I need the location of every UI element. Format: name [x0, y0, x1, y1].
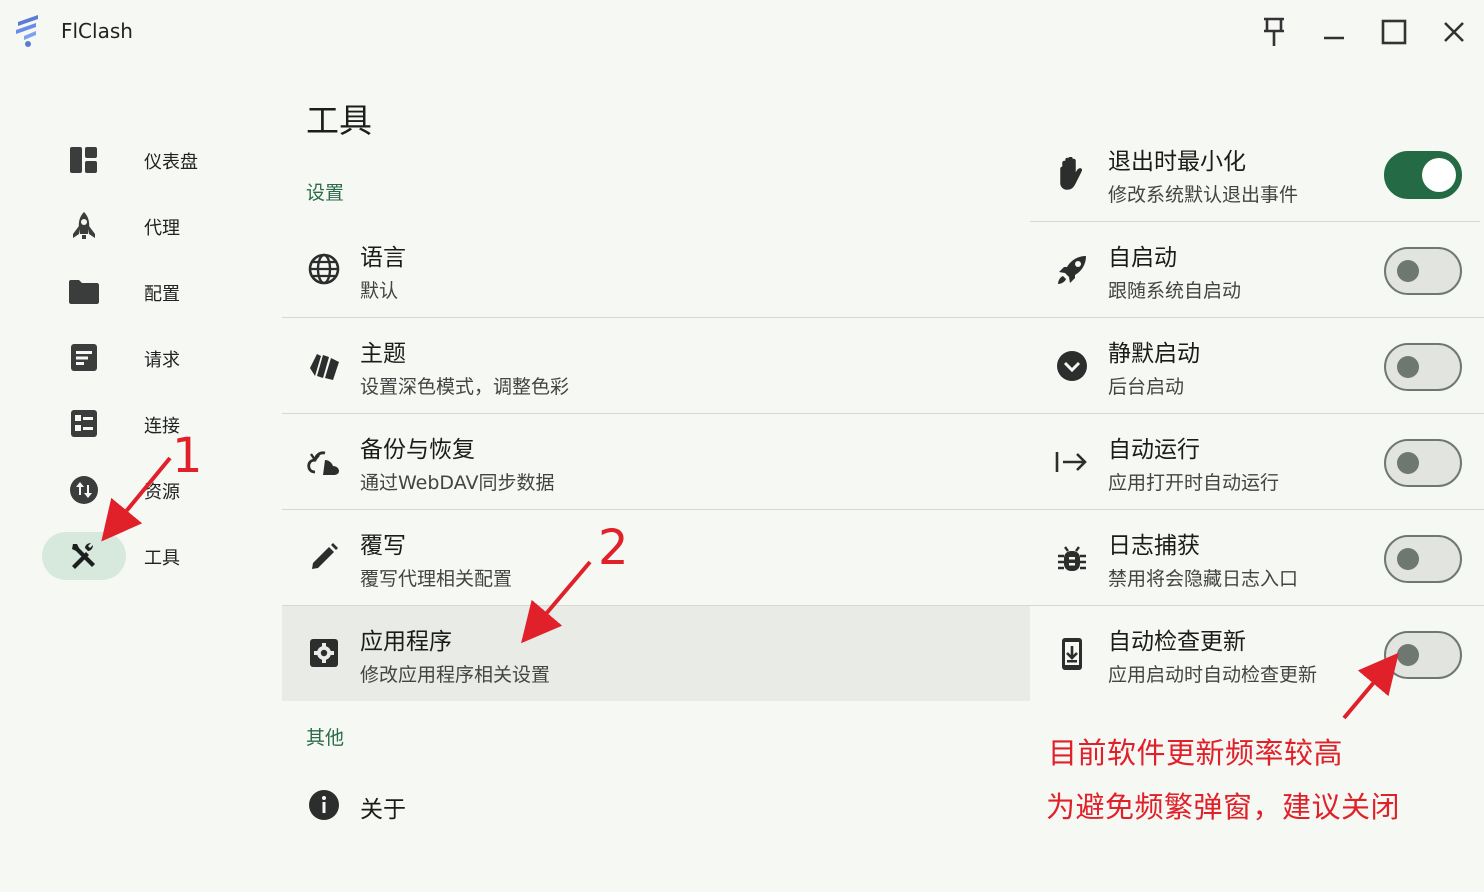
setting-subtitle: 修改应用程序相关设置 [360, 664, 551, 686]
setting-application[interactable]: 应用程序 修改应用程序相关设置 [282, 606, 1030, 701]
sidebar-item-connections[interactable]: 连接 [42, 400, 242, 448]
setting-subtitle: 默认 [360, 280, 399, 302]
setting-title: 自动检查更新 [1108, 629, 1246, 655]
sidebar-item-label: 代理 [144, 218, 180, 239]
pin-button[interactable] [1254, 12, 1294, 52]
tools-icon [72, 543, 95, 569]
setting-title: 主题 [360, 341, 406, 367]
setting-title: 退出时最小化 [1108, 149, 1246, 175]
cloud-sync-icon [306, 443, 342, 479]
app-title: FlClash [61, 19, 133, 43]
close-button[interactable] [1434, 12, 1474, 52]
setting-subtitle: 覆写代理相关配置 [360, 568, 513, 590]
toggle-knob [1397, 356, 1419, 378]
download-phone-icon [1054, 636, 1090, 672]
section-title-other: 其他 [306, 727, 345, 749]
pencil-icon [306, 539, 342, 575]
setting-title: 备份与恢复 [360, 437, 475, 463]
rocket-icon [73, 212, 95, 239]
sidebar-item-label: 请求 [144, 350, 180, 371]
setting-minimize-on-exit[interactable]: 退出时最小化 修改系统默认退出事件 [1030, 126, 1484, 221]
setting-auto-run[interactable]: 自动运行 应用打开时自动运行 [1030, 414, 1484, 509]
setting-title: 关于 [360, 797, 406, 823]
sidebar-item-proxy[interactable]: 代理 [42, 202, 242, 250]
palette-cards-icon [306, 347, 342, 383]
pin-icon [1264, 17, 1284, 46]
grid-list-icon [71, 410, 97, 437]
arrow-right-to-bar-icon [1054, 444, 1090, 480]
annotation-note-line2: 为避免频繁弹窗，建议关闭 [1046, 790, 1401, 824]
setting-language[interactable]: 语言 默认 [282, 222, 1030, 317]
setting-autostart[interactable]: 自启动 跟随系统自启动 [1030, 222, 1484, 317]
setting-subtitle: 跟随系统自启动 [1108, 280, 1242, 302]
toggle-knob [1397, 548, 1419, 570]
dashboard-icon [70, 147, 97, 173]
settings-box-icon [306, 635, 342, 671]
rocket-launch-icon [1054, 252, 1090, 288]
silent-start-toggle[interactable] [1384, 343, 1462, 391]
folder-icon [69, 280, 99, 304]
chevron-circle-down-icon [1054, 348, 1090, 384]
minimize-on-exit-toggle[interactable] [1384, 151, 1462, 199]
toggle-knob [1397, 644, 1419, 666]
section-title-settings: 设置 [306, 182, 345, 204]
setting-log-capture[interactable]: 日志捕获 禁用将会隐藏日志入口 [1030, 510, 1484, 605]
auto-run-toggle[interactable] [1384, 439, 1462, 487]
setting-subtitle: 应用打开时自动运行 [1108, 472, 1280, 494]
maximize-icon [1381, 19, 1407, 45]
setting-subtitle: 修改系统默认退出事件 [1108, 184, 1299, 206]
setting-title: 覆写 [360, 533, 406, 559]
setting-about[interactable]: 关于 [282, 760, 1030, 850]
hand-icon [1054, 156, 1090, 192]
sidebar-item-profiles[interactable]: 配置 [42, 268, 242, 316]
title-bar: FlClash [0, 0, 1484, 64]
sidebar-item-requests[interactable]: 请求 [42, 334, 242, 382]
setting-title: 自动运行 [1108, 437, 1200, 463]
setting-title: 自启动 [1108, 245, 1177, 271]
toggle-knob [1397, 260, 1419, 282]
page-title: 工具 [306, 101, 372, 140]
sidebar-item-resources[interactable]: 资源 [42, 466, 242, 514]
close-icon [1444, 22, 1464, 42]
sidebar-item-dashboard[interactable]: 仪表盘 [42, 136, 242, 184]
setting-subtitle: 设置深色模式，调整色彩 [360, 376, 570, 398]
auto-check-update-toggle[interactable] [1384, 631, 1462, 679]
swap-vertical-icon [70, 476, 98, 504]
setting-backup-restore[interactable]: 备份与恢复 通过WebDAV同步数据 [282, 414, 1030, 509]
setting-title: 语言 [360, 245, 406, 271]
sidebar-item-label: 工具 [144, 548, 180, 569]
setting-subtitle: 应用启动时自动检查更新 [1108, 664, 1318, 686]
sidebar-item-tools[interactable]: 工具 [42, 532, 242, 580]
annotation-note-line1: 目前软件更新频率较高 [1048, 736, 1344, 770]
minimize-button[interactable] [1314, 12, 1354, 52]
setting-subtitle: 后台启动 [1108, 376, 1185, 398]
maximize-button[interactable] [1374, 12, 1414, 52]
flclash-logo-icon [16, 15, 38, 47]
toggle-knob [1422, 158, 1456, 192]
setting-title: 日志捕获 [1108, 533, 1200, 559]
setting-auto-check-update[interactable]: 自动检查更新 应用启动时自动检查更新 [1030, 606, 1484, 701]
setting-override[interactable]: 覆写 覆写代理相关配置 [282, 510, 1030, 605]
annotation-step-2: 2 [598, 520, 629, 576]
autostart-toggle[interactable] [1384, 247, 1462, 295]
setting-subtitle: 通过WebDAV同步数据 [360, 472, 555, 494]
log-capture-toggle[interactable] [1384, 535, 1462, 583]
sidebar-item-label: 配置 [144, 284, 180, 305]
bug-icon [1054, 540, 1090, 576]
sidebar-item-label: 仪表盘 [144, 152, 198, 173]
setting-title: 静默启动 [1108, 341, 1200, 367]
setting-theme[interactable]: 主题 设置深色模式，调整色彩 [282, 318, 1030, 413]
annotation-step-1: 1 [172, 428, 203, 484]
info-icon [306, 787, 342, 823]
setting-title: 应用程序 [360, 629, 452, 655]
list-box-icon [71, 344, 97, 371]
globe-icon [306, 251, 342, 287]
setting-subtitle: 禁用将会隐藏日志入口 [1108, 568, 1299, 590]
minimize-icon [1324, 36, 1344, 40]
toggle-knob [1397, 452, 1419, 474]
setting-silent-start[interactable]: 静默启动 后台启动 [1030, 318, 1484, 413]
